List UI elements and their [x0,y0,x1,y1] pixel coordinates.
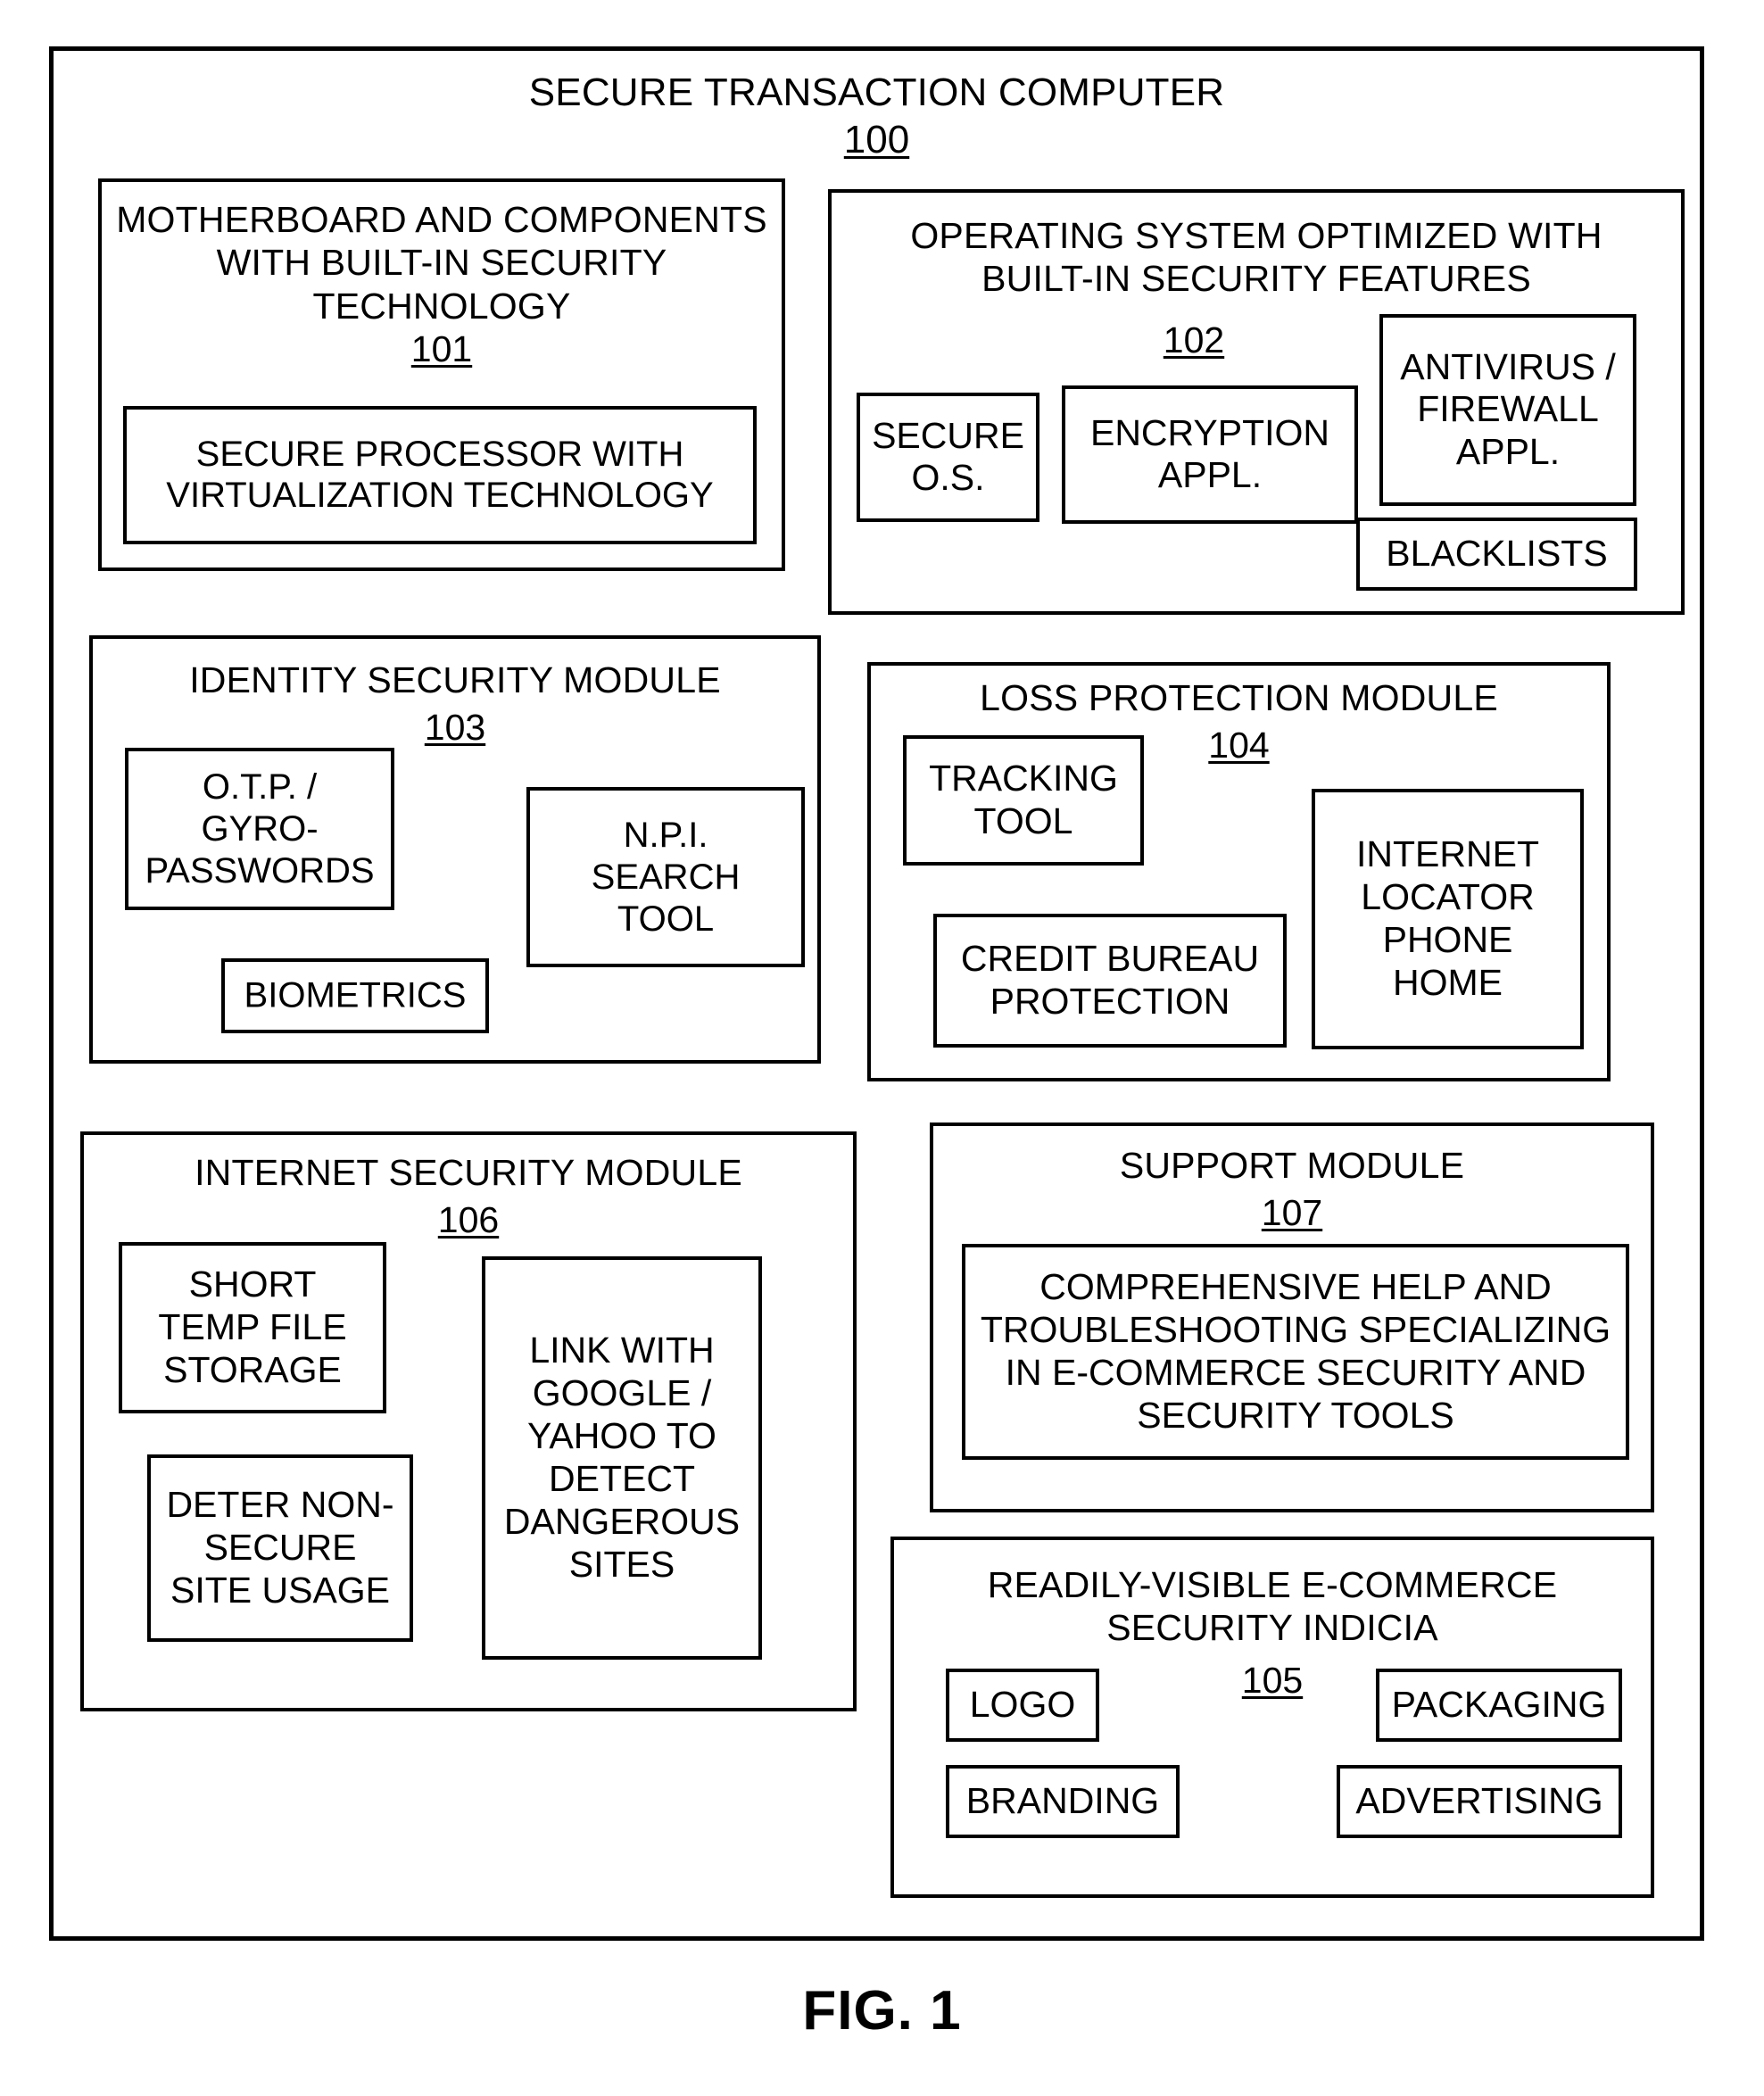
identity-security-ref-number: 103 [424,707,486,748]
blacklists-box: BLACKLISTS [1356,518,1637,591]
short-temp-file-storage-label: SHORT TEMP FILE STORAGE [158,1263,347,1390]
credit-bureau-protection-box: CREDIT BUREAU PROTECTION [933,914,1287,1048]
identity-security-title: IDENTITY SECURITY MODULE [189,659,721,700]
internet-security-title: INTERNET SECURITY MODULE [195,1152,742,1193]
link-google-yahoo-detect-sites-box: LINK WITH GOOGLE / YAHOO TO DETECT DANGE… [482,1256,762,1660]
link-google-yahoo-detect-sites-label: LINK WITH GOOGLE / YAHOO TO DETECT DANGE… [503,1330,741,1585]
secure-processor-box: SECURE PROCESSOR WITH VIRTUALIZATION TEC… [123,406,757,544]
comprehensive-help-box: COMPREHENSIVE HELP AND TROUBLESHOOTING S… [962,1244,1629,1460]
logo-box: LOGO [946,1669,1099,1742]
blacklists-label: BLACKLISTS [1386,533,1608,575]
advertising-label: ADVERTISING [1355,1780,1603,1822]
outer-title: SECURE TRANSACTION COMPUTER [528,70,1225,114]
antivirus-firewall-appl-box: ANTIVIRUS / FIREWALL APPL. [1379,314,1636,506]
antivirus-firewall-appl-label: ANTIVIRUS / FIREWALL APPL. [1400,345,1616,473]
secure-processor-label: SECURE PROCESSOR WITH VIRTUALIZATION TEC… [166,434,714,516]
support-module-title: SUPPORT MODULE [1119,1145,1465,1186]
support-module-ref-number: 107 [1261,1192,1323,1233]
motherboard-ref-number: 101 [410,328,473,369]
motherboard-title: MOTHERBOARD AND COMPONENTS WITH BUILT-IN… [116,199,767,327]
operating-system-title: OPERATING SYSTEM OPTIMIZED WITH BUILT-IN… [910,215,1603,300]
secure-os-box: SECURE O.S. [857,393,1039,522]
outer-ref-number: 100 [843,118,910,162]
biometrics-label: BIOMETRICS [244,975,467,1015]
npi-search-tool-label: N.P.I. SEARCH TOOL [591,815,741,939]
otp-gyro-passwords-label: O.T.P. / GYRO- PASSWORDS [145,766,375,891]
internet-security-ref-number: 106 [437,1199,500,1240]
encryption-appl-box: ENCRYPTION APPL. [1062,385,1358,524]
comprehensive-help-label: COMPREHENSIVE HELP AND TROUBLESHOOTING S… [980,1266,1611,1436]
packaging-label: PACKAGING [1391,1684,1607,1726]
advertising-box: ADVERTISING [1337,1765,1622,1838]
deter-non-secure-site-usage-box: DETER NON- SECURE SITE USAGE [147,1454,413,1642]
short-temp-file-storage-box: SHORT TEMP FILE STORAGE [119,1242,386,1413]
packaging-box: PACKAGING [1376,1669,1622,1742]
figure-caption: FIG. 1 [802,1980,962,2042]
tracking-tool-label: TRACKING TOOL [929,758,1118,841]
internet-locator-phone-home-box: INTERNET LOCATOR PHONE HOME [1312,789,1584,1049]
tracking-tool-box: TRACKING TOOL [903,735,1144,866]
otp-gyro-passwords-box: O.T.P. / GYRO- PASSWORDS [125,748,394,910]
biometrics-box: BIOMETRICS [221,958,489,1033]
security-indicia-title: READILY-VISIBLE E-COMMERCE SECURITY INDI… [987,1564,1558,1649]
branding-box: BRANDING [946,1765,1180,1838]
deter-non-secure-site-usage-label: DETER NON- SECURE SITE USAGE [166,1484,394,1611]
loss-protection-title: LOSS PROTECTION MODULE [980,677,1498,718]
logo-label: LOGO [969,1684,1076,1726]
branding-label: BRANDING [965,1780,1160,1822]
internet-locator-phone-home-label: INTERNET LOCATOR PHONE HOME [1356,833,1539,1003]
npi-search-tool-box: N.P.I. SEARCH TOOL [526,787,805,967]
credit-bureau-protection-label: CREDIT BUREAU PROTECTION [960,938,1260,1022]
secure-os-label: SECURE O.S. [872,414,1024,499]
encryption-appl-label: ENCRYPTION APPL. [1089,411,1330,496]
